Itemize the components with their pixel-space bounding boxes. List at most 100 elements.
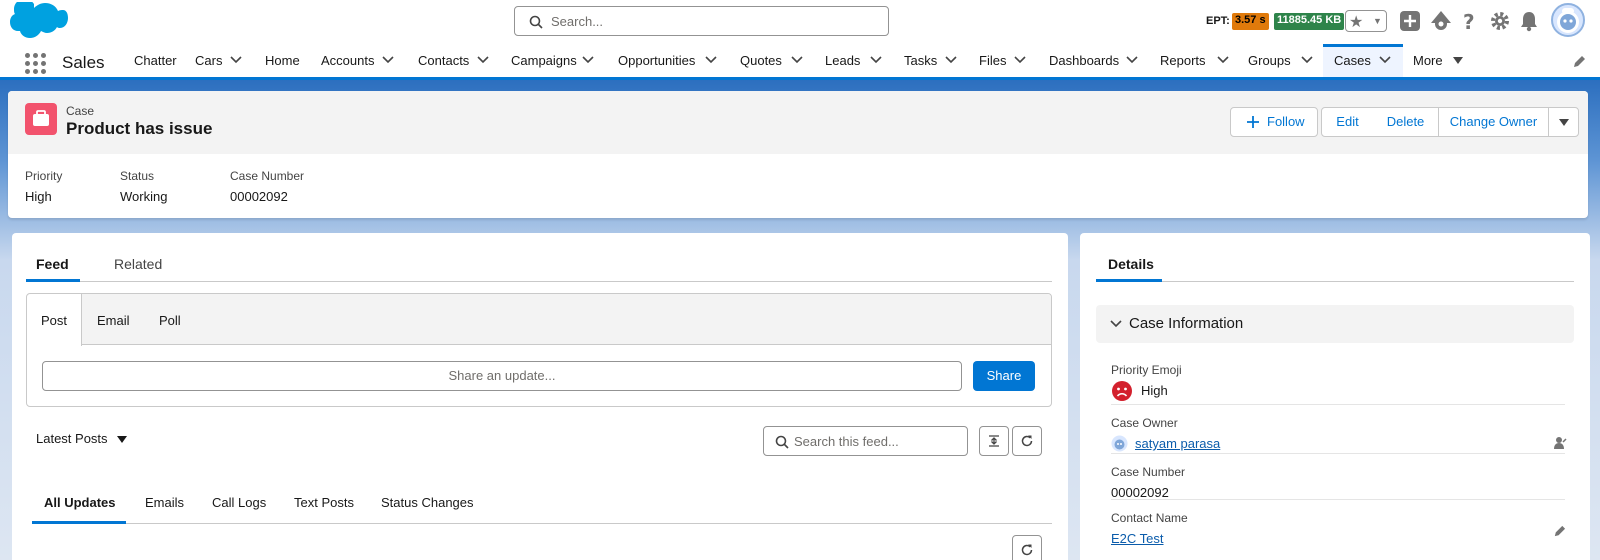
filter-status-changes[interactable]: Status Changes xyxy=(381,495,474,510)
chevron-down-icon[interactable] xyxy=(1379,56,1391,64)
global-actions-icon[interactable] xyxy=(1399,10,1421,32)
sad-face-icon xyxy=(1112,381,1132,401)
publisher: Post Email Poll Share an update... Share xyxy=(26,293,1052,407)
chevron-down-icon[interactable] xyxy=(1014,56,1026,64)
filter-all-updates[interactable]: All Updates xyxy=(44,495,116,510)
publisher-tabs: Post Email Poll xyxy=(27,294,1051,346)
chevron-down-icon[interactable] xyxy=(945,56,957,64)
caret-down-icon[interactable] xyxy=(1453,57,1463,64)
filter-divider xyxy=(32,523,1052,524)
filter-call-logs[interactable]: Call Logs xyxy=(212,495,266,510)
edit-button[interactable]: Edit xyxy=(1321,107,1374,137)
chevron-down-icon[interactable] xyxy=(582,56,594,64)
more-actions-button[interactable] xyxy=(1548,107,1579,137)
publisher-tab-poll[interactable]: Poll xyxy=(159,313,181,328)
search-placeholder: Search... xyxy=(551,14,604,29)
nav-item-home[interactable]: Home xyxy=(256,44,308,77)
nav-item-contacts[interactable]: Contacts xyxy=(409,44,493,77)
sort-dropdown[interactable]: Latest Posts xyxy=(36,431,128,446)
feed-card: Feed Related Post Email Poll Share an up… xyxy=(12,233,1068,560)
nav-item-accounts[interactable]: Accounts xyxy=(312,44,400,77)
favorites-button[interactable]: ★ ▼ xyxy=(1345,10,1387,32)
global-search-input[interactable]: Search... xyxy=(514,6,889,36)
nav-item-tasks[interactable]: Tasks xyxy=(895,44,961,77)
ept-time-badge: 3.57 s xyxy=(1232,13,1269,30)
page-title: Product has issue xyxy=(66,119,213,138)
delete-button[interactable]: Delete xyxy=(1373,107,1439,137)
feed-search-input[interactable]: Search this feed... xyxy=(763,426,968,456)
active-filter-indicator xyxy=(32,521,126,524)
chevron-down-icon: ▼ xyxy=(1373,16,1382,26)
field-contact-name: Contact Name E2C Test xyxy=(1111,511,1566,546)
nav-item-chatter[interactable]: Chatter xyxy=(124,44,177,77)
sort-label: Latest Posts xyxy=(36,431,108,446)
case-owner-link[interactable]: satyam parasa xyxy=(1135,436,1220,451)
trailhead-icon[interactable] xyxy=(1429,10,1453,32)
caret-down-icon xyxy=(117,436,128,443)
record-header: Case Product has issue Follow Edit Delet… xyxy=(8,91,1588,154)
chevron-down-icon[interactable] xyxy=(382,56,394,64)
caret-down-icon xyxy=(1559,119,1569,126)
nav-item-dashboards[interactable]: Dashboards xyxy=(1040,44,1144,77)
app-name: Sales xyxy=(62,53,105,72)
user-avatar[interactable] xyxy=(1551,3,1585,37)
user-avatar-icon xyxy=(1111,435,1128,452)
pencil-icon[interactable] xyxy=(1572,55,1586,69)
nav-item-groups[interactable]: Groups xyxy=(1239,44,1319,77)
details-tab-divider xyxy=(1096,281,1574,282)
details-card: Details Case Information Priority Emoji … xyxy=(1080,233,1590,560)
collapse-feed-button[interactable] xyxy=(979,426,1009,456)
nav-item-cars[interactable]: Cars xyxy=(186,44,248,77)
nav-item-reports[interactable]: Reports xyxy=(1151,44,1235,77)
chevron-down-icon[interactable] xyxy=(1301,56,1313,64)
section-case-information[interactable]: Case Information xyxy=(1096,305,1574,343)
nav-item-leads[interactable]: Leads xyxy=(816,44,886,77)
filter-emails[interactable]: Emails xyxy=(145,495,184,510)
contact-name-link[interactable]: E2C Test xyxy=(1111,531,1164,546)
star-icon: ★ xyxy=(1349,14,1364,31)
chevron-down-icon[interactable] xyxy=(477,56,489,64)
field-case-owner: Case Owner satyam parasa xyxy=(1111,416,1567,454)
chevron-down-icon[interactable] xyxy=(791,56,803,64)
highlight-case-number: Case Number 00002092 xyxy=(230,169,305,204)
chevron-down-icon[interactable] xyxy=(1126,56,1138,64)
share-button[interactable]: Share xyxy=(973,361,1035,391)
nav-item-campaigns[interactable]: Campaigns xyxy=(502,44,598,77)
refresh-list-button[interactable] xyxy=(1012,535,1042,560)
filter-text-posts[interactable]: Text Posts xyxy=(294,495,354,510)
change-owner-button[interactable]: Change Owner xyxy=(1438,107,1549,137)
nav-item-cases[interactable]: Cases xyxy=(1323,44,1403,77)
record-highlights-panel: Case Product has issue Follow Edit Delet… xyxy=(8,91,1588,218)
app-launcher-icon[interactable] xyxy=(25,53,47,75)
chevron-down-icon[interactable] xyxy=(870,56,882,64)
search-icon xyxy=(775,435,789,449)
gear-icon[interactable] xyxy=(1489,10,1511,32)
chevron-down-icon[interactable] xyxy=(230,56,242,64)
feed-search-placeholder: Search this feed... xyxy=(794,434,899,449)
ept-size-badge: 11885.45 KB xyxy=(1274,13,1345,30)
nav-item-more[interactable]: More xyxy=(1405,44,1473,77)
pencil-icon[interactable] xyxy=(1553,525,1566,538)
share-update-input[interactable]: Share an update... xyxy=(42,361,962,391)
bell-icon[interactable] xyxy=(1519,10,1539,32)
tab-related[interactable]: Related xyxy=(114,256,162,272)
section-title: Case Information xyxy=(1129,315,1244,332)
active-tab-indicator xyxy=(1096,279,1162,282)
chevron-down-icon[interactable] xyxy=(1217,56,1229,64)
salesforce-logo[interactable] xyxy=(10,2,68,42)
nav-item-quotes[interactable]: Quotes xyxy=(731,44,807,77)
chevron-down-icon[interactable] xyxy=(705,56,717,64)
follow-button[interactable]: Follow xyxy=(1230,107,1318,137)
collapse-icon xyxy=(989,435,999,447)
ept-label: EPT: xyxy=(1206,15,1230,27)
nav-item-files[interactable]: Files xyxy=(970,44,1030,77)
publisher-tab-email[interactable]: Email xyxy=(97,313,130,328)
tab-details[interactable]: Details xyxy=(1108,256,1154,272)
active-tab-indicator xyxy=(26,279,80,282)
change-owner-icon[interactable] xyxy=(1553,436,1567,450)
help-icon[interactable]: ? xyxy=(1461,10,1477,32)
publisher-tab-post[interactable]: Post xyxy=(27,294,82,346)
refresh-feed-button[interactable] xyxy=(1012,426,1042,456)
tab-feed[interactable]: Feed xyxy=(36,256,69,272)
nav-item-opportunities[interactable]: Opportunities xyxy=(609,44,721,77)
